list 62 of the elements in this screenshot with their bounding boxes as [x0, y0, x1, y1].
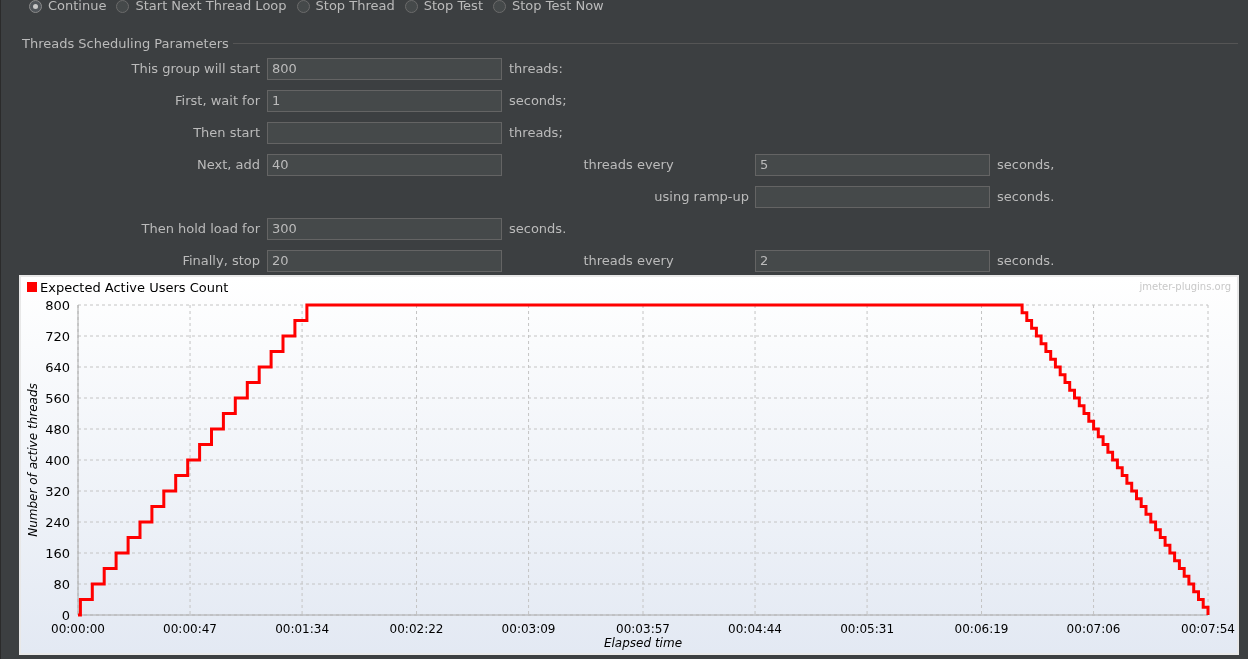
field-label: Then hold load for [141, 219, 260, 238]
legend-label: Expected Active Users Count [40, 279, 229, 295]
field-label: using ramp-up [654, 187, 749, 206]
input-field[interactable]: 300 [267, 217, 502, 240]
y-tick-label: 720 [45, 328, 70, 344]
input-field[interactable] [755, 185, 990, 208]
x-axis-title: Elapsed time [603, 635, 683, 650]
input-field[interactable] [267, 121, 502, 144]
unit-label: threads: [509, 59, 563, 78]
input-field[interactable]: 2 [755, 249, 990, 272]
y-tick-label: 400 [45, 452, 70, 468]
y-tick-label: 80 [53, 576, 70, 592]
unit-label: seconds. [997, 251, 1055, 270]
input-field[interactable]: 20 [267, 249, 502, 272]
option-label: Stop Thread [315, 0, 395, 16]
unit-label: threads; [509, 123, 563, 142]
y-tick-label: 320 [45, 483, 70, 499]
x-tick-label: 00:06:19 [954, 621, 1009, 636]
y-tick-label: 160 [45, 545, 70, 561]
x-tick-label: 00:03:57 [616, 621, 670, 636]
unit-label: seconds, [997, 155, 1055, 174]
y-tick-label: 480 [45, 421, 70, 437]
option-label: Stop Test [423, 0, 483, 16]
input-field[interactable]: 5 [755, 153, 990, 176]
x-tick-label: 00:07:06 [1066, 621, 1121, 636]
field-label: This group will start [131, 59, 260, 78]
field-label: Finally, stop [182, 251, 260, 270]
x-tick-label: 00:05:31 [840, 621, 895, 636]
x-tick-label: 00:07:54 [1181, 621, 1235, 636]
field-label: First, wait for [175, 91, 260, 110]
y-tick-label: 240 [45, 514, 70, 530]
radio-button[interactable] [404, 0, 418, 13]
input-field[interactable]: 40 [267, 153, 502, 176]
x-tick-label: 00:01:34 [275, 621, 330, 636]
y-tick-label: 640 [45, 359, 70, 375]
input-field[interactable]: 1 [267, 89, 502, 112]
radio-button[interactable] [493, 0, 506, 13]
radio-button[interactable] [116, 0, 130, 13]
x-tick-label: 00:02:22 [389, 621, 444, 636]
input-field[interactable]: 800 [267, 57, 502, 80]
field-label: Next, add [196, 155, 260, 174]
y-tick-label: 560 [45, 390, 70, 406]
unit-label: seconds. [509, 219, 567, 238]
field-label: Then start [193, 123, 260, 142]
option-label: Start Next Thread Loop [135, 0, 287, 16]
y-tick-label: 0 [61, 607, 70, 623]
x-tick-label: 00:00:47 [163, 621, 217, 636]
x-tick-label: 00:03:09 [501, 621, 556, 636]
unit-label: seconds. [997, 187, 1055, 206]
field-label: threads every [583, 155, 674, 174]
y-axis-title: Number of active threads [26, 382, 40, 537]
x-tick-label: 00:00:00 [51, 621, 105, 636]
option-label: Stop Test Now [512, 0, 604, 16]
radio-button[interactable] [296, 0, 310, 13]
y-tick-label: 800 [45, 297, 70, 313]
radio-button[interactable] [29, 0, 42, 13]
field-label: threads every [583, 251, 674, 270]
unit-label: seconds; [509, 91, 567, 110]
legend-swatch [27, 281, 37, 292]
option-label: Continue [48, 0, 107, 16]
section-title: Threads Scheduling Parameters [22, 35, 230, 53]
x-tick-label: 00:04:44 [728, 621, 782, 636]
